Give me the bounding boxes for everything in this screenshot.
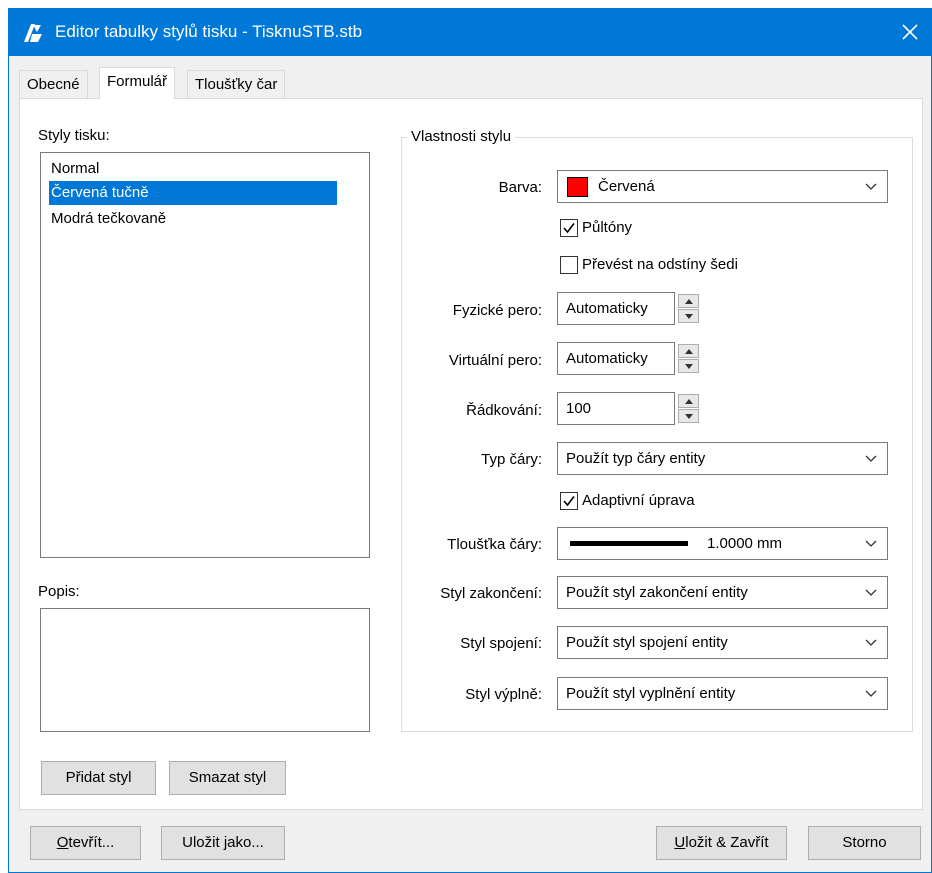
color-label: Barva: bbox=[498, 179, 542, 196]
checkmark-icon bbox=[563, 496, 575, 507]
color-value: Červená bbox=[598, 178, 655, 195]
close-icon bbox=[902, 24, 918, 40]
styles-listbox[interactable]: Normal Červená tučně Modrá tečkovaně bbox=[40, 152, 370, 558]
chevron-down-icon bbox=[865, 639, 877, 646]
screening-spinner[interactable] bbox=[678, 394, 699, 423]
spin-up-button[interactable] bbox=[678, 294, 699, 308]
lineweight-label: Tloušťka čáry: bbox=[447, 536, 542, 553]
spin-down-button[interactable] bbox=[678, 309, 699, 323]
chevron-down-icon bbox=[865, 455, 877, 462]
line-join-value: Použít styl spojení entity bbox=[566, 634, 728, 651]
lineweight-select[interactable]: 1.0000 mm bbox=[557, 527, 888, 560]
linetype-label: Typ čáry: bbox=[481, 451, 542, 468]
description-label: Popis: bbox=[38, 583, 80, 600]
checkbox-box bbox=[560, 219, 578, 237]
cancel-button[interactable]: Storno bbox=[808, 826, 921, 860]
physical-pen-input[interactable]: Automaticky bbox=[557, 292, 675, 325]
spin-up-button[interactable] bbox=[678, 394, 699, 408]
virtual-pen-label: Virtuální pero: bbox=[448, 352, 542, 369]
line-end-label: Styl zakončení: bbox=[440, 585, 542, 602]
delete-style-button[interactable]: Smazat styl bbox=[169, 761, 286, 795]
checkbox-box bbox=[560, 256, 578, 274]
close-button[interactable] bbox=[895, 17, 925, 47]
arrow-up-icon bbox=[684, 348, 693, 354]
physical-pen-label: Fyzické pero: bbox=[452, 302, 542, 319]
chevron-down-icon bbox=[865, 589, 877, 596]
screening-value: 100 bbox=[566, 400, 592, 417]
open-button[interactable]: Otevřít... bbox=[30, 826, 141, 860]
fill-select[interactable]: Použít styl vyplnění entity bbox=[557, 677, 888, 710]
fill-label: Styl výplně: bbox=[465, 686, 542, 703]
window-title: Editor tabulky stylů tisku - TisknuSTB.s… bbox=[55, 22, 363, 41]
line-join-label: Styl spojení: bbox=[460, 635, 542, 652]
line-end-select[interactable]: Použít styl zakončení entity bbox=[557, 576, 888, 609]
linetype-select[interactable]: Použít typ čáry entity bbox=[557, 442, 888, 475]
linetype-value: Použít typ čáry entity bbox=[566, 450, 706, 467]
color-select[interactable]: Červená bbox=[557, 170, 888, 203]
virtual-pen-input[interactable]: Automaticky bbox=[557, 342, 675, 375]
dialog-window: Editor tabulky stylů tisku - TisknuSTB.s… bbox=[8, 8, 932, 873]
list-item[interactable]: Normal bbox=[49, 157, 337, 181]
title-bar: Editor tabulky stylů tisku - TisknuSTB.s… bbox=[9, 9, 931, 56]
description-textarea[interactable] bbox=[40, 608, 370, 732]
halftones-checkbox[interactable]: Půltóny bbox=[560, 219, 632, 237]
checkmark-icon bbox=[563, 223, 575, 234]
lineweight-preview bbox=[570, 541, 688, 546]
styles-label: Styly tisku: bbox=[38, 127, 110, 144]
line-end-value: Použít styl zakončení entity bbox=[566, 584, 748, 601]
save-as-button[interactable]: Uložit jako... bbox=[161, 826, 285, 860]
tab-obecne[interactable]: Obecné bbox=[19, 70, 88, 98]
spin-up-button[interactable] bbox=[678, 344, 699, 358]
arrow-down-icon bbox=[684, 413, 693, 419]
halftones-label: Půltóny bbox=[582, 219, 633, 236]
virtual-pen-spinner[interactable] bbox=[678, 344, 699, 373]
checkbox-box bbox=[560, 492, 578, 510]
screening-label: Řádkování: bbox=[466, 402, 542, 419]
open-mnemonic: O bbox=[56, 834, 69, 851]
screening-input[interactable]: 100 bbox=[557, 392, 675, 425]
arrow-down-icon bbox=[684, 363, 693, 369]
save-close-label: ložit & Zavřít bbox=[685, 834, 769, 851]
virtual-pen-value: Automaticky bbox=[566, 350, 648, 367]
arrow-up-icon bbox=[684, 398, 693, 404]
tab-formular[interactable]: Formulář bbox=[99, 67, 176, 99]
spin-down-button[interactable] bbox=[678, 409, 699, 423]
fill-value: Použít styl vyplnění entity bbox=[566, 685, 736, 702]
adaptive-checkbox[interactable]: Adaptivní úprava bbox=[560, 492, 695, 510]
physical-pen-value: Automaticky bbox=[566, 300, 648, 317]
add-style-button[interactable]: Přidat styl bbox=[41, 761, 156, 795]
color-swatch bbox=[567, 177, 588, 197]
chevron-down-icon bbox=[865, 540, 877, 547]
chevron-down-icon bbox=[865, 690, 877, 697]
arrow-up-icon bbox=[684, 298, 693, 304]
tab-tloustky-car[interactable]: Tloušťky čar bbox=[187, 70, 286, 98]
tab-panel-formular: Styly tisku: Normal Červená tučně Modrá … bbox=[19, 98, 923, 810]
lineweight-value: 1.0000 mm bbox=[707, 535, 783, 552]
line-join-select[interactable]: Použít styl spojení entity bbox=[557, 626, 888, 659]
grayscale-label: Převést na odstíny šedi bbox=[582, 256, 738, 273]
save-close-button[interactable]: Uložit & Zavřít bbox=[656, 826, 787, 860]
list-item[interactable]: Modrá tečkovaně bbox=[49, 207, 337, 231]
spin-down-button[interactable] bbox=[678, 359, 699, 373]
grayscale-checkbox[interactable]: Převést na odstíny šedi bbox=[560, 256, 738, 274]
arrow-down-icon bbox=[684, 313, 693, 319]
physical-pen-spinner[interactable] bbox=[678, 294, 699, 323]
list-item[interactable]: Červená tučně bbox=[49, 181, 337, 205]
app-logo-icon bbox=[24, 24, 42, 42]
open-label: tevřít... bbox=[68, 834, 115, 851]
chevron-down-icon bbox=[865, 183, 877, 190]
save-close-mnemonic: U bbox=[674, 834, 686, 851]
style-properties-title: Vlastnosti stylu bbox=[407, 128, 516, 146]
adaptive-label: Adaptivní úprava bbox=[582, 492, 695, 509]
